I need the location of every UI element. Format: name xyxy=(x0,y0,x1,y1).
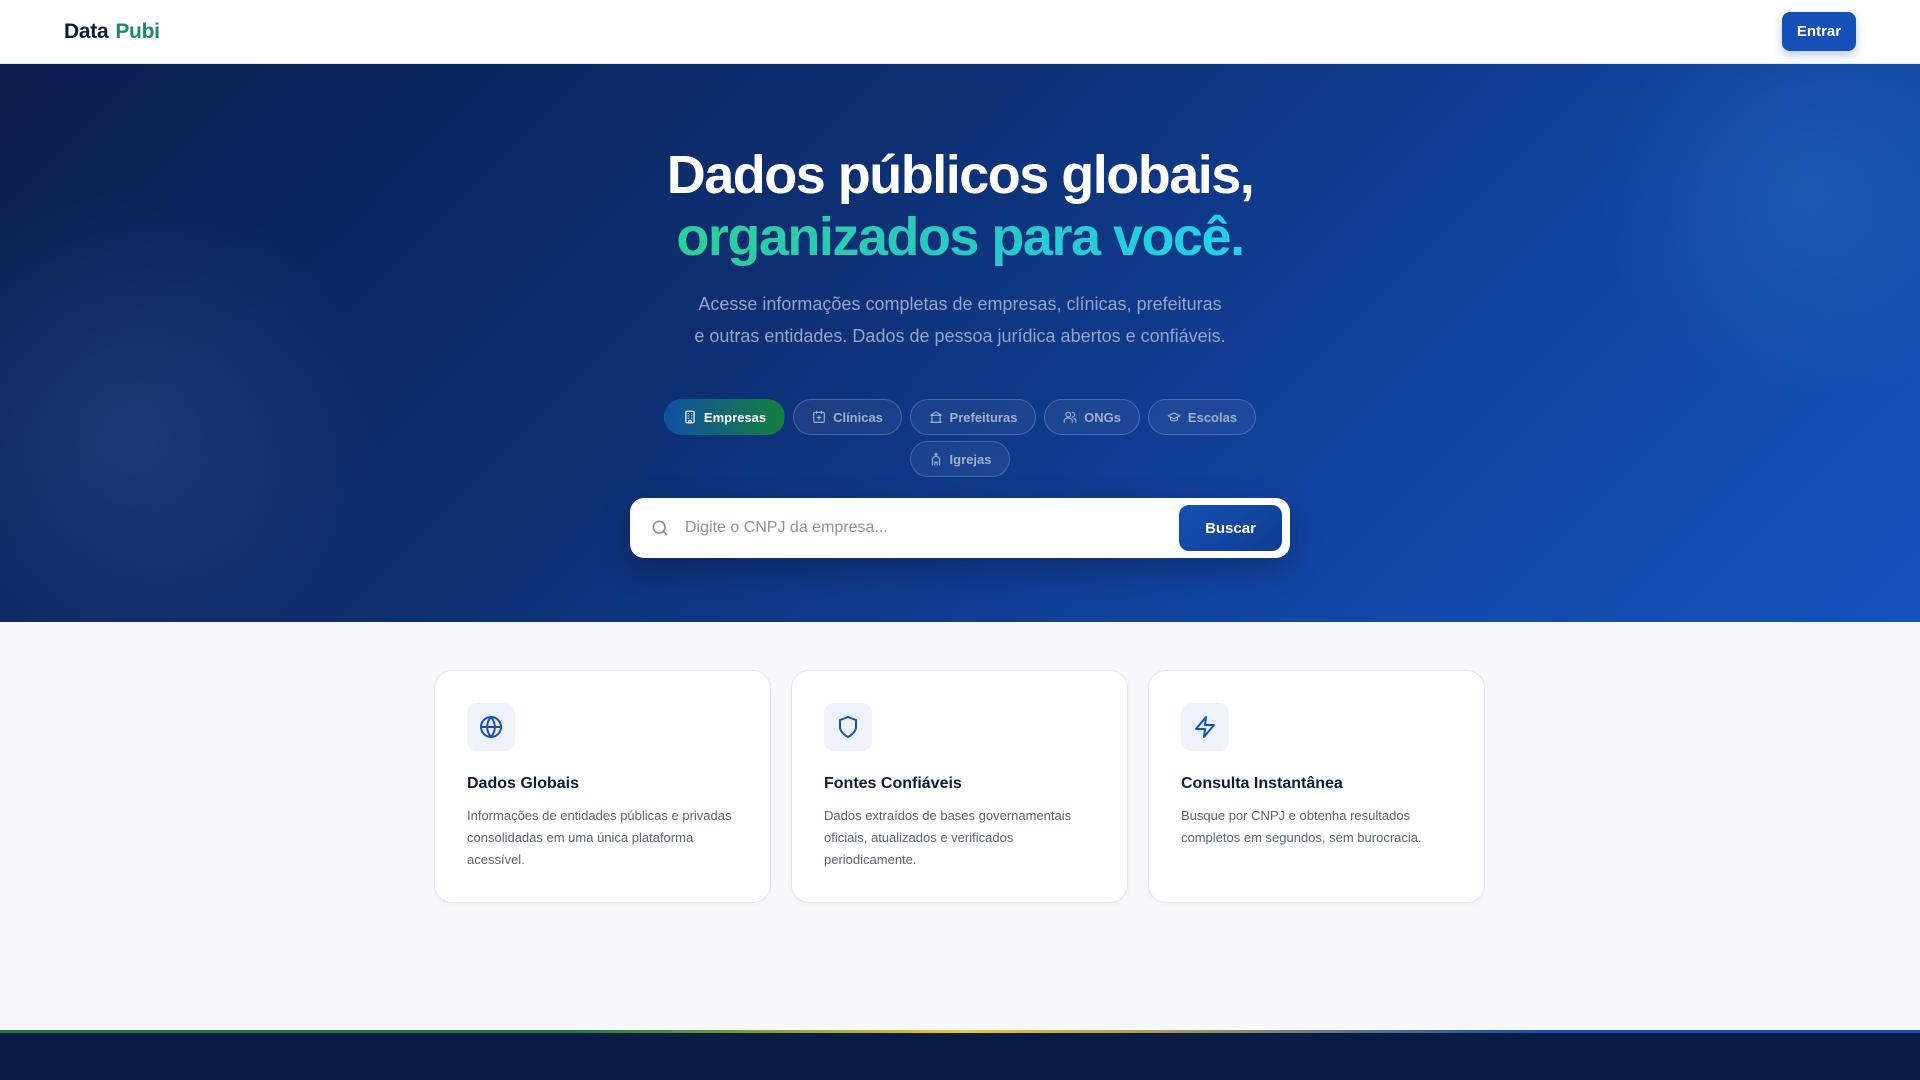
feature-icon-wrapper xyxy=(1181,703,1229,751)
feature-description: Dados extraídos de bases governamentais … xyxy=(824,808,1072,867)
tab-empresas[interactable]: Empresas xyxy=(664,399,785,435)
hero-subtitle: Acesse informações completas de empresas… xyxy=(0,288,1920,352)
hero-subtitle-line2: e outras entidades. Dados de pessoa jurí… xyxy=(694,326,1226,346)
hero-section: Dados públicos globais, organizados para… xyxy=(0,64,1920,622)
feature-card-instant-query: Consulta Instantânea Busque por CNPJ e o… xyxy=(1148,670,1485,903)
lightning-icon xyxy=(1195,716,1215,738)
feature-title: Fontes Confiáveis xyxy=(824,775,962,792)
tab-escolas[interactable]: Escolas xyxy=(1148,399,1256,435)
tab-ongs[interactable]: ONGs xyxy=(1044,399,1140,435)
tab-clinicas[interactable]: Clínicas xyxy=(793,399,902,435)
hero-title-highlight: organizados para você. xyxy=(676,207,1245,267)
top-navigation-bar: Data Pubi Entrar xyxy=(0,0,1920,64)
users-icon xyxy=(1063,411,1077,423)
footer xyxy=(0,1033,1920,1080)
logo[interactable]: Data Pubi xyxy=(64,20,160,44)
tab-label: Prefeituras xyxy=(949,409,1018,425)
globe-icon xyxy=(480,716,502,738)
tab-igrejas[interactable]: Igrejas xyxy=(910,441,1010,477)
graduation-cap-icon xyxy=(1167,412,1181,422)
cnpj-search-input[interactable] xyxy=(685,512,1165,544)
tab-label: Igrejas xyxy=(949,451,992,467)
feature-icon-wrapper xyxy=(467,703,515,751)
search-button[interactable]: Buscar xyxy=(1179,505,1282,551)
tab-label: ONGs xyxy=(1084,409,1121,425)
logo-text-data: Data xyxy=(64,20,109,43)
clinic-icon xyxy=(813,410,825,423)
church-icon xyxy=(931,452,940,466)
building-icon xyxy=(685,410,695,424)
feature-card-trusted-sources: Fontes Confiáveis Dados extraídos de bas… xyxy=(791,670,1128,903)
feature-icon-wrapper xyxy=(824,703,872,751)
shield-icon xyxy=(839,716,857,738)
landmark-icon xyxy=(929,411,942,423)
search-bar: Buscar xyxy=(630,498,1290,558)
feature-title: Consulta Instantânea xyxy=(1181,775,1343,792)
logo-text-pubi: Pubi xyxy=(115,20,160,43)
feature-description: Informações de entidades públicas e priv… xyxy=(467,808,732,867)
feature-description: Busque por CNPJ e obtenha resultados com… xyxy=(1181,808,1422,845)
tab-label: Empresas xyxy=(703,409,767,425)
tab-prefeituras[interactable]: Prefeituras xyxy=(910,399,1036,435)
hero-subtitle-line1: Acesse informações completas de empresas… xyxy=(698,294,1222,314)
hero-title-line2: organizados para você. xyxy=(0,206,1920,268)
tab-label: Escolas xyxy=(1187,409,1238,425)
login-button[interactable]: Entrar xyxy=(1782,12,1856,51)
feature-title: Dados Globais xyxy=(467,775,580,792)
search-icon xyxy=(652,520,668,536)
tab-label: Clínicas xyxy=(833,409,883,425)
feature-card-global-data: Dados Globais Informações de entidades p… xyxy=(434,670,771,903)
hero-title-line1: Dados públicos globais, xyxy=(666,145,1255,205)
